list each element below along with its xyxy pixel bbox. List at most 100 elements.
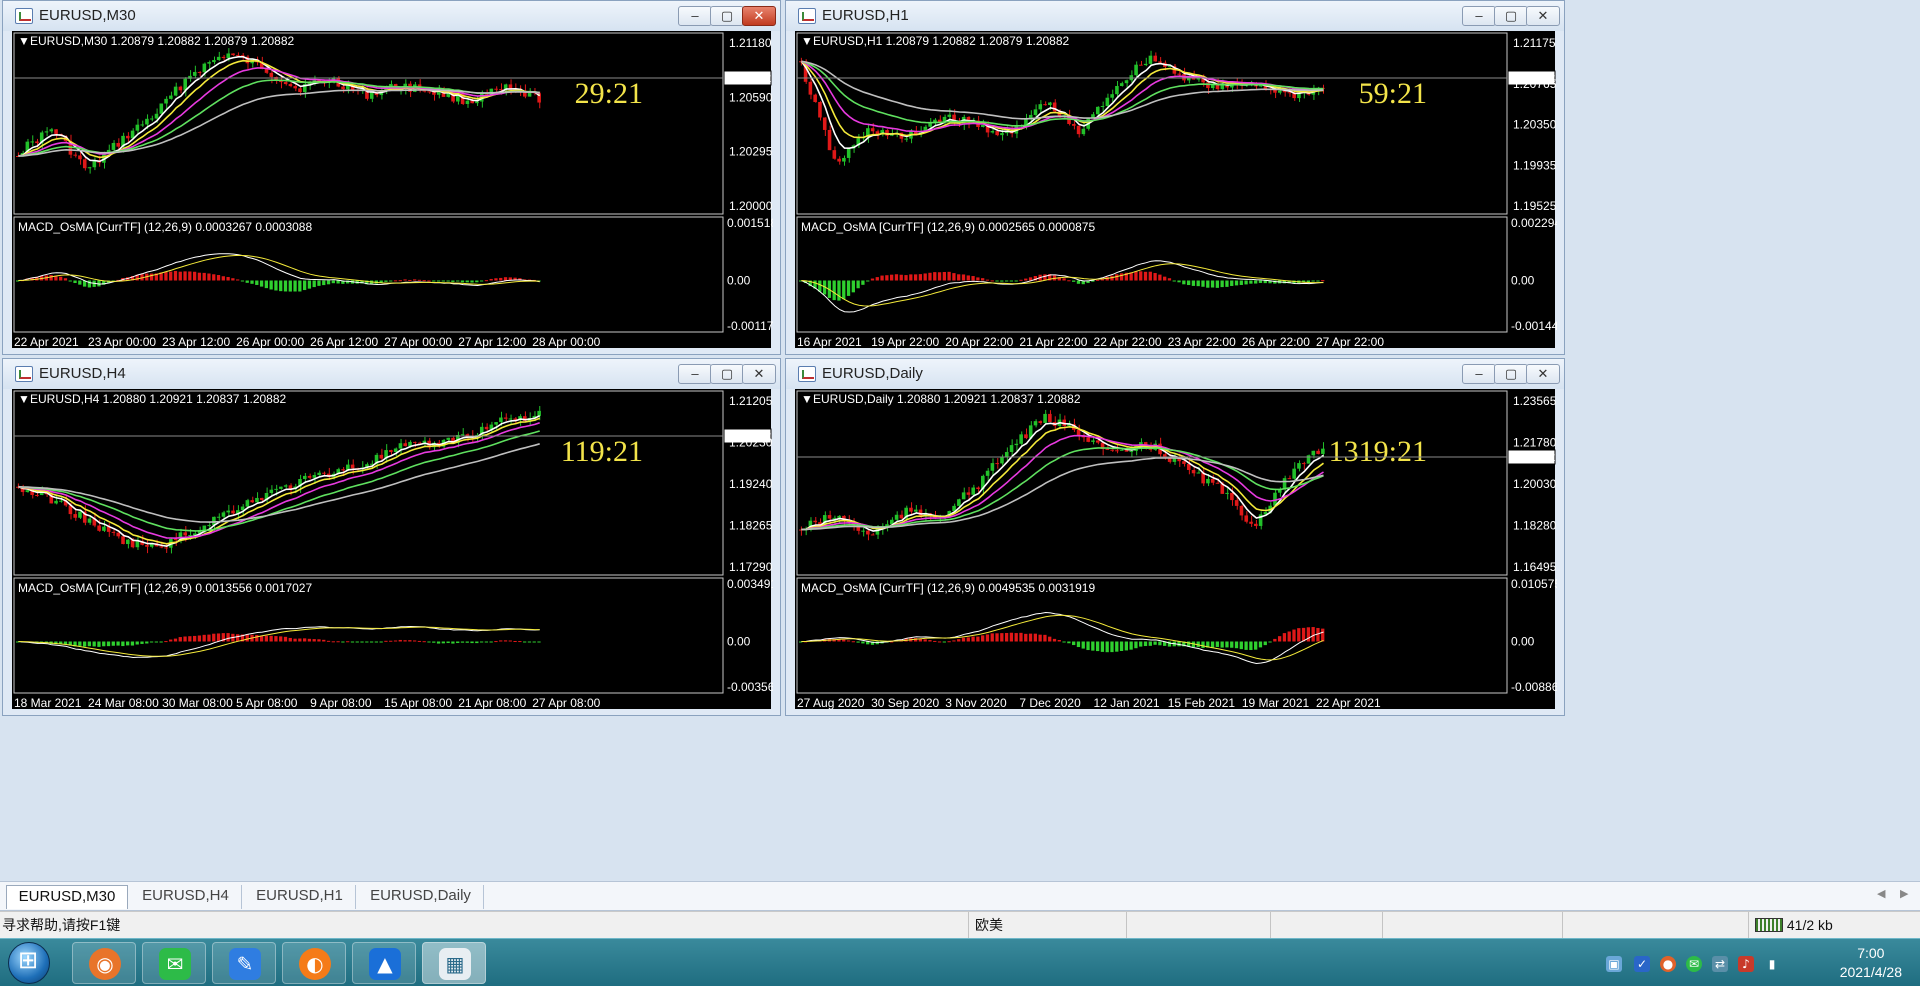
taskbar-app-wechat[interactable]: ✉ [142, 942, 206, 984]
macd-bar [1273, 638, 1277, 642]
date-axis-tick: 27 Apr 22:00 [1316, 335, 1384, 349]
tab-scroll-left-icon[interactable]: ◀ [1877, 887, 1885, 900]
macd-bar [1215, 641, 1220, 647]
price-chart-h4[interactable]: ▼ EURUSD,H4 1.20880 1.20921 1.20837 1.208… [12, 389, 773, 711]
macd-bar [1139, 641, 1143, 647]
tray-signal-icon[interactable]: ▮ [1764, 956, 1780, 972]
chart-window-h1[interactable]: EURUSD,H1 ‒ ▢ ✕ ▼ EURUSD,H1 1.20879 1.208… [785, 0, 1565, 355]
window-titlebar[interactable]: EURUSD,H1 ‒ ▢ ✕ [786, 1, 1564, 31]
macd-bar [484, 641, 489, 643]
tray-shield-icon[interactable]: ✓ [1634, 956, 1650, 972]
price-chart-daily[interactable]: ▼ EURUSD,Daily 1.20880 1.20921 1.20837 1.… [795, 389, 1557, 711]
macd-bar [1105, 641, 1109, 653]
chart-area[interactable]: ▼ EURUSD,Daily 1.20880 1.20921 1.20837 1.… [795, 389, 1557, 711]
bar-countdown: 1319:21 [1329, 435, 1427, 468]
taskbar-app-firefox[interactable]: ◐ [282, 942, 346, 984]
date-axis-tick: 7 Dec 2020 [1019, 696, 1081, 710]
candle-body [1225, 492, 1229, 494]
price-chart-h1[interactable]: ▼ EURUSD,H1 1.20879 1.20882 1.20879 1.208… [795, 31, 1557, 350]
chart-area[interactable]: ▼ EURUSD,M30 1.20879 1.20882 1.20879 1.20… [12, 31, 773, 350]
chart-area[interactable]: ▼ EURUSD,H4 1.20880 1.20921 1.20837 1.208… [12, 389, 773, 711]
taskbar-app-notes[interactable]: ✎ [212, 942, 276, 984]
candle-body [1105, 97, 1110, 106]
candle-body [1043, 104, 1047, 106]
macd-bar [78, 280, 82, 285]
macd-bar [851, 280, 855, 293]
maximize-button[interactable]: ▢ [710, 364, 744, 384]
maximize-button[interactable]: ▢ [1494, 364, 1528, 384]
maximize-button[interactable]: ▢ [710, 6, 744, 26]
taskbar-app-1[interactable]: ◉ [72, 942, 136, 984]
close-button[interactable]: ✕ [1526, 6, 1560, 26]
macd-bar [1072, 641, 1076, 646]
tray-usb-icon[interactable]: ▣ [1606, 956, 1622, 972]
close-button[interactable]: ✕ [1526, 364, 1560, 384]
candle-body [1009, 445, 1014, 452]
candle-body [164, 98, 168, 104]
macd-bar [216, 633, 221, 642]
macd-axis-tick: 0.0034914 [727, 577, 773, 591]
minimize-button[interactable]: ‒ [678, 6, 712, 26]
macd-bar [942, 271, 946, 281]
start-button[interactable] [8, 942, 50, 984]
price-chart-m30[interactable]: ▼ EURUSD,M30 1.20879 1.20882 1.20879 1.20… [12, 31, 773, 350]
price-axis-tick: 1.20350 [1513, 118, 1557, 132]
tab-eurusd-h4[interactable]: EURUSD,H4 [130, 885, 242, 909]
maximize-button[interactable]: ▢ [1494, 6, 1528, 26]
macd-bar [460, 280, 465, 283]
tray-wechat-icon[interactable]: ✉ [1686, 956, 1702, 972]
macd-bar [933, 640, 937, 642]
candle-body [913, 509, 918, 512]
date-axis-tick: 22 Apr 22:00 [1094, 335, 1162, 349]
date-axis-tick: 27 Apr 08:00 [532, 696, 600, 710]
close-button[interactable]: ✕ [742, 364, 776, 384]
taskbar-app-terminal[interactable]: ▦ [422, 942, 486, 984]
date-axis-tick: 3 Nov 2020 [945, 696, 1007, 710]
chart-icon [15, 366, 33, 382]
macd-bar [417, 279, 422, 281]
macd-bar [1215, 280, 1220, 288]
tab-eurusd-daily[interactable]: EURUSD,Daily [358, 885, 484, 909]
candle-body [164, 547, 168, 549]
close-button[interactable]: ✕ [742, 6, 776, 26]
tab-eurusd-m30[interactable]: EURUSD,M30 [6, 885, 128, 909]
tray-network-icon[interactable]: ⇄ [1712, 956, 1728, 972]
candle-body [231, 53, 235, 56]
tray-app-icon[interactable]: ● [1660, 956, 1676, 972]
macd-bar [1167, 278, 1172, 281]
chart-window-daily[interactable]: EURUSD,Daily ‒ ▢ ✕ ▼ EURUSD,Daily 1.20880… [785, 358, 1565, 716]
connection-status[interactable]: 41/2 kb [1748, 912, 1920, 939]
chart-window-h4[interactable]: EURUSD,H4 ‒ ▢ ✕ ▼ EURUSD,H4 1.20880 1.209… [2, 358, 781, 716]
chart-window-m30[interactable]: EURUSD,M30 ‒ ▢ ✕ ▼ EURUSD,M30 1.20879 1.2… [2, 0, 781, 355]
window-titlebar[interactable]: EURUSD,M30 ‒ ▢ ✕ [3, 1, 780, 31]
candle-body [78, 511, 82, 518]
candle-body [1119, 83, 1124, 86]
macd-bar [1134, 641, 1138, 649]
minimize-button[interactable]: ‒ [1462, 364, 1496, 384]
minimize-button[interactable]: ‒ [678, 364, 712, 384]
candle-body [1019, 434, 1023, 444]
macd-bar [1067, 641, 1071, 644]
tab-scroll-right-icon[interactable]: ▶ [1900, 887, 1908, 900]
taskbar-app-meeting[interactable]: ▲ [352, 942, 416, 984]
macd-bar [856, 641, 860, 643]
candle-body [981, 125, 985, 127]
candle-body [1215, 482, 1220, 484]
macd-bar [1301, 627, 1306, 642]
candle-body [861, 530, 865, 532]
candle-body [966, 492, 971, 495]
candle-body [1124, 80, 1129, 84]
macd-bar [97, 641, 101, 647]
macd-bar [403, 640, 407, 642]
candle-body [899, 514, 904, 519]
macd-bar [331, 641, 335, 643]
window-titlebar[interactable]: EURUSD,Daily ‒ ▢ ✕ [786, 359, 1564, 389]
chart-area[interactable]: ▼ EURUSD,H1 1.20879 1.20882 1.20879 1.208… [795, 31, 1557, 350]
candle-body [102, 526, 106, 531]
tray-volume-icon[interactable]: ♪ [1738, 956, 1754, 972]
taskbar-clock[interactable]: 7:00 2021/4/28 [1840, 944, 1902, 982]
tab-eurusd-h1[interactable]: EURUSD,H1 [244, 885, 356, 909]
window-titlebar[interactable]: EURUSD,H4 ‒ ▢ ✕ [3, 359, 780, 389]
minimize-button[interactable]: ‒ [1462, 6, 1496, 26]
candle-body [173, 538, 178, 541]
